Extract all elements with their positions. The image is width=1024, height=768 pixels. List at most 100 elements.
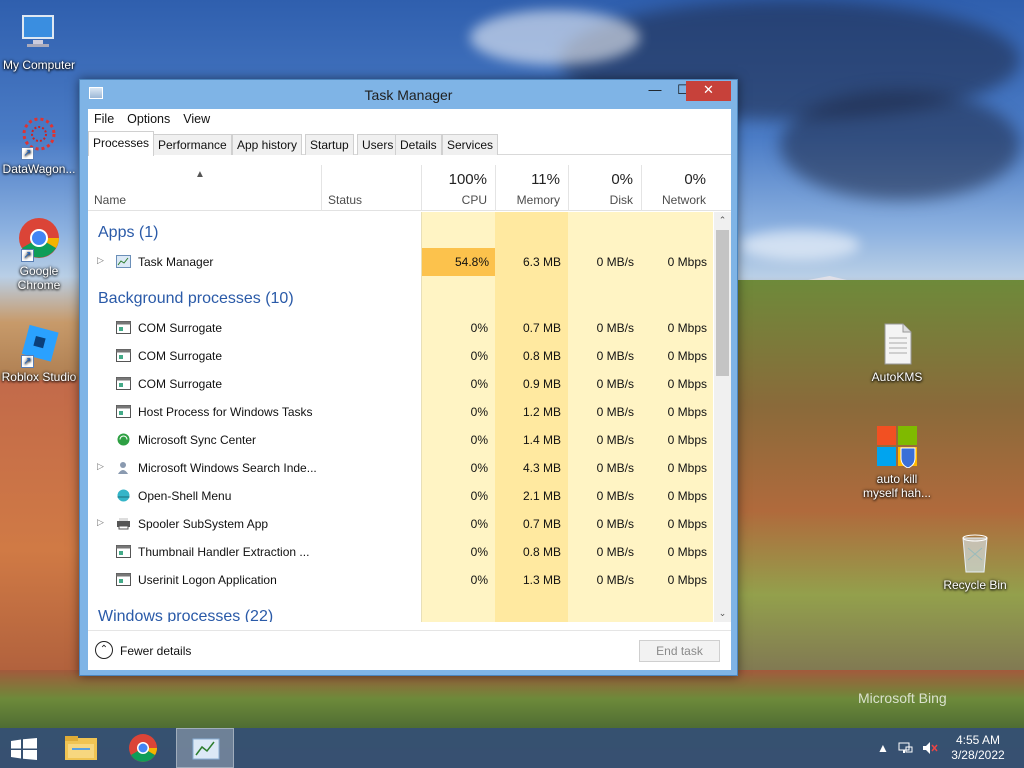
desktop-icon-my-computer[interactable]: My Computer (0, 10, 78, 72)
tab-details[interactable]: Details (395, 134, 442, 155)
table-row[interactable]: ▷ Task Manager 54.8% 6.3 MB 0 MB/s 0 Mbp… (88, 248, 713, 276)
memory-value: 1.3 MB (522, 573, 561, 587)
tab-app-history[interactable]: App history (232, 134, 303, 155)
table-row[interactable]: ▷ Spooler SubSystem App 0% 0.7 MB 0 MB/s 0 Mb… (88, 510, 713, 538)
table-row[interactable]: Host Process for Windows Tasks 0% 1.2 MB 0 … (88, 398, 713, 426)
process-name: Open-Shell Menu (138, 489, 232, 503)
disk-value: 0 MB/s (596, 573, 634, 587)
fewer-details-label: Fewer details (120, 644, 192, 658)
memory-value: 0.9 MB (522, 377, 561, 391)
process-name: Microsoft Sync Center (138, 433, 257, 447)
table-row[interactable]: Thumbnail Handler Extraction ... 0% 0.8 MB… (88, 538, 713, 566)
disk-value: 0 MB/s (596, 517, 634, 531)
disk-value: 0 MB/s (596, 321, 634, 335)
column-network[interactable]: 0% Network (641, 165, 714, 211)
fewer-details-button[interactable]: ⌃ Fewer details (95, 641, 205, 661)
network-value: 0 Mbps (667, 517, 707, 531)
shortcut-arrow-icon: ↗ (21, 249, 34, 262)
disk-value: 0 MB/s (596, 489, 634, 503)
menu-view[interactable]: View (183, 112, 210, 126)
process-name: Host Process for Windows Tasks (138, 405, 313, 419)
network-value: 0 Mbps (667, 489, 707, 503)
tab-startup[interactable]: Startup (305, 134, 354, 155)
table-row[interactable]: COM Surrogate 0% 0.7 MB 0 MB/s 0 Mbps (88, 314, 713, 342)
system-clock[interactable]: 4:55 AM 3/28/2022 (948, 733, 1008, 763)
datawagon-icon: ↗ (17, 114, 61, 160)
menu-file[interactable]: File (94, 112, 114, 126)
tab-services[interactable]: Services (442, 134, 499, 155)
volume-muted-icon[interactable] (922, 741, 938, 758)
network-value: 0 Mbps (667, 573, 707, 587)
tab-performance[interactable]: Performance (153, 134, 232, 155)
cpu-value: 0% (470, 461, 488, 475)
tab-processes[interactable]: Processes (88, 131, 155, 156)
scroll-up-icon[interactable]: ⌃ (714, 212, 731, 229)
memory-value: 4.3 MB (522, 461, 561, 475)
desktop-icon-recycle-bin[interactable]: Recycle Bin (936, 530, 1014, 592)
minimize-button[interactable]: — (641, 81, 669, 101)
desktop-icon-label: My Computer (2, 58, 76, 72)
expand-icon[interactable]: ▷ (97, 461, 104, 472)
desktop-icon-autokms[interactable]: AutoKMS (858, 322, 936, 384)
vertical-scrollbar[interactable]: ⌃ ⌄ (714, 212, 731, 622)
memory-value: 0.7 MB (522, 517, 561, 531)
bing-watermark: Microsoft Bing (858, 690, 947, 706)
desktop-icon-auto-kill[interactable]: auto kill myself hah... (858, 424, 936, 500)
cpu-value: 0% (470, 405, 488, 419)
cpu-value: 0% (470, 433, 488, 447)
cliff (0, 380, 90, 720)
title-bar[interactable]: Task Manager — ☐ ✕ (80, 80, 737, 108)
tab-strip: Processes Performance App history Startu… (88, 131, 731, 156)
windows-shield-icon (875, 424, 919, 469)
disk-total: 0% (611, 171, 633, 188)
expand-icon[interactable]: ▷ (97, 517, 104, 528)
scroll-thumb[interactable] (716, 230, 729, 376)
disk-value: 0 MB/s (596, 405, 634, 419)
task-manager-icon (192, 738, 220, 760)
show-hidden-icons-chevron-icon[interactable]: ▲ (877, 741, 889, 755)
column-status[interactable]: Status (321, 165, 421, 211)
table-row[interactable]: ▷ Microsoft Windows Search Inde... 0% 4.3 M… (88, 454, 713, 482)
start-button[interactable] (10, 738, 38, 760)
column-memory[interactable]: 11% Memory (495, 165, 568, 211)
desktop-icon-google-chrome[interactable]: ↗ Google Chrome (0, 216, 78, 292)
com-surrogate-icon (116, 573, 131, 586)
process-name: Spooler SubSystem App (138, 517, 269, 531)
table-row[interactable]: COM Surrogate 0% 0.9 MB 0 MB/s 0 Mbps (88, 370, 713, 398)
white-cloud (740, 230, 860, 260)
taskbar-task-manager[interactable] (176, 728, 234, 768)
clock-date: 3/28/2022 (951, 748, 1005, 762)
desktop-icon-datawagon[interactable]: ↗ DataWagon... (0, 114, 78, 176)
table-row[interactable]: Microsoft Sync Center 0% 1.4 MB 0 MB/s 0 Mbp… (88, 426, 713, 454)
group-background[interactable]: Background processes (10) (98, 290, 294, 308)
column-disk[interactable]: 0% Disk (568, 165, 641, 211)
roblox-studio-icon: ↗ (17, 322, 61, 368)
expand-icon[interactable]: ▷ (97, 255, 104, 266)
menu-options[interactable]: Options (127, 112, 170, 126)
end-task-button[interactable]: End task (639, 640, 720, 662)
desktop-icon-roblox-studio[interactable]: ↗ Roblox Studio (0, 322, 78, 384)
cpu-total: 100% (448, 171, 487, 188)
scroll-down-icon[interactable]: ⌄ (714, 605, 731, 622)
recycle-bin-icon (953, 530, 997, 574)
column-label: Network (661, 193, 706, 207)
task-manager-icon (116, 255, 131, 268)
process-name: Microsoft Windows Search Inde... (138, 461, 317, 475)
column-cpu[interactable]: 100% CPU (421, 165, 495, 211)
close-button[interactable]: ✕ (686, 81, 731, 101)
taskbar-chrome[interactable] (114, 728, 172, 768)
tab-users[interactable]: Users (357, 134, 399, 155)
desktop-icon-label: auto kill myself hah... (862, 472, 932, 500)
network-icon[interactable] (898, 741, 914, 758)
table-row[interactable]: Open-Shell Menu 0% 2.1 MB 0 MB/s 0 Mbps (88, 482, 713, 510)
group-windows[interactable]: Windows processes (22) (98, 608, 273, 622)
table-row[interactable]: COM Surrogate 0% 0.8 MB 0 MB/s 0 Mbps (88, 342, 713, 370)
taskbar-file-explorer[interactable] (52, 728, 110, 768)
menu-bar: File Options View (88, 109, 731, 129)
group-apps[interactable]: Apps (1) (98, 224, 158, 242)
column-name[interactable]: Name (88, 165, 321, 211)
process-name: Thumbnail Handler Extraction ... (138, 545, 310, 559)
open-shell-icon (116, 489, 131, 502)
chrome-icon (129, 734, 157, 762)
table-row[interactable]: Userinit Logon Application 0% 1.3 MB 0 MB/s… (88, 566, 713, 594)
